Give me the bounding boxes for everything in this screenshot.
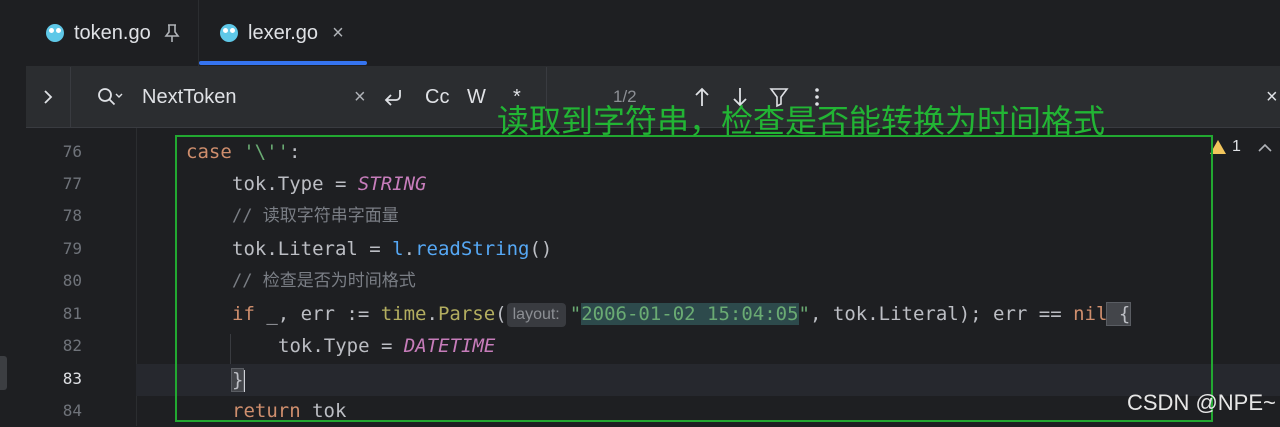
line-number-gutter: 76 77 78 79 80 81 82 83 84 [26,128,137,426]
line-number-current: 83 [62,369,82,388]
scroll-handle[interactable] [0,356,7,390]
whole-words-button[interactable]: W [467,67,486,127]
inspection-widget[interactable]: 1 [1210,138,1273,156]
left-tool-strip [0,0,27,426]
clear-search-icon[interactable]: × [354,67,366,127]
tab-token-go[interactable]: token.go [46,0,181,66]
editor-tab-bar: token.go lexer.go × [26,0,1280,67]
chevron-up-icon [1258,143,1272,152]
line-number: 79 [62,239,82,258]
tab-label: lexer.go [248,21,319,44]
pin-icon[interactable] [163,23,181,43]
search-query: NextToken [142,85,237,108]
gopher-icon [220,24,238,42]
active-tab-indicator [199,61,367,65]
match-case-button[interactable]: Cc [425,67,449,127]
line-number: 77 [62,174,82,193]
tab-lexer-go[interactable]: lexer.go × [220,0,344,66]
line-number: 80 [62,271,82,290]
search-input[interactable]: NextToken [142,67,237,127]
search-history-icon[interactable] [96,67,124,127]
line-number: 82 [62,336,82,355]
close-icon[interactable]: × [332,22,344,45]
line-number: 81 [62,304,82,323]
line-number: 84 [62,401,82,420]
tab-label: token.go [74,21,151,44]
annotation-box [175,135,1213,422]
gopher-icon [46,24,64,42]
expand-replace-icon[interactable] [42,67,54,127]
line-number: 76 [62,142,82,161]
warning-count: 1 [1232,138,1241,155]
close-find-bar-icon[interactable]: × [1266,67,1278,127]
new-line-icon[interactable] [382,67,404,127]
line-number: 78 [62,206,82,225]
watermark: CSDN @NPE~ [1127,390,1276,415]
annotation-text: 读取到字符串，检查是否能转换为时间格式 [497,102,1106,140]
